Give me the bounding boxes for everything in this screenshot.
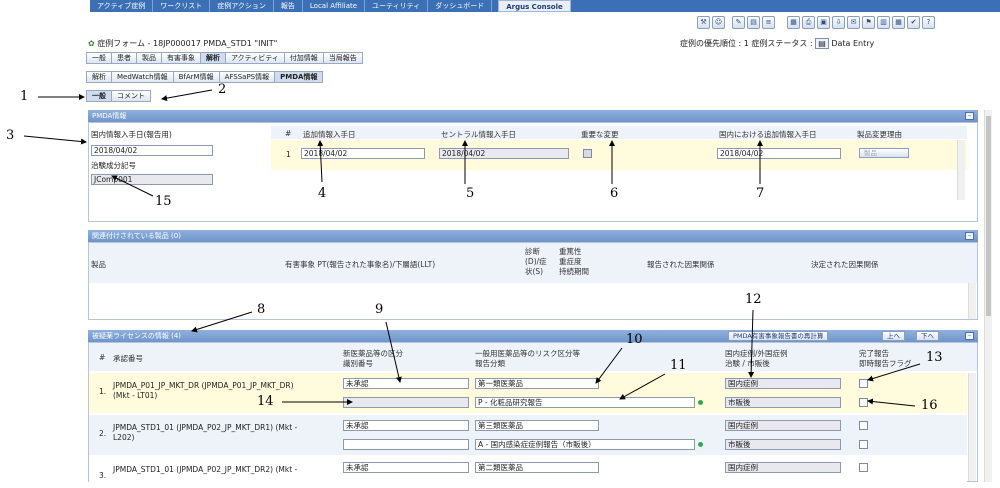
callout-11: 11 — [670, 358, 687, 373]
callout-1: 1 — [20, 89, 29, 104]
callout-arrow-12 — [748, 309, 755, 378]
callout-9: 9 — [375, 302, 384, 317]
callout-7: 7 — [756, 186, 765, 201]
callout-13: 13 — [926, 350, 943, 365]
callout-arrow-15 — [111, 175, 154, 197]
callout-arrow-9 — [385, 321, 402, 383]
callout-arrow-11 — [619, 373, 666, 400]
callout-arrow-16 — [867, 398, 916, 407]
callout-10: 10 — [626, 332, 643, 347]
callout-arrow-2 — [161, 89, 213, 102]
callout-6: 6 — [610, 186, 619, 201]
callout-8: 8 — [257, 302, 266, 317]
callout-12: 12 — [745, 292, 762, 307]
callout-15: 15 — [155, 194, 172, 209]
callout-3: 3 — [6, 128, 15, 143]
callout-14: 14 — [257, 394, 274, 409]
callout-16: 16 — [921, 398, 938, 413]
callout-arrow-10 — [595, 347, 623, 384]
callout-arrow-4 — [317, 140, 324, 183]
callout-4: 4 — [318, 186, 327, 201]
callout-arrow-8 — [191, 311, 253, 333]
callout-arrow-13 — [867, 363, 921, 382]
callout-5: 5 — [466, 186, 475, 201]
callout-arrows — [23, 89, 921, 407]
callout-2: 2 — [218, 82, 227, 97]
callout-arrow-3 — [23, 135, 87, 145]
